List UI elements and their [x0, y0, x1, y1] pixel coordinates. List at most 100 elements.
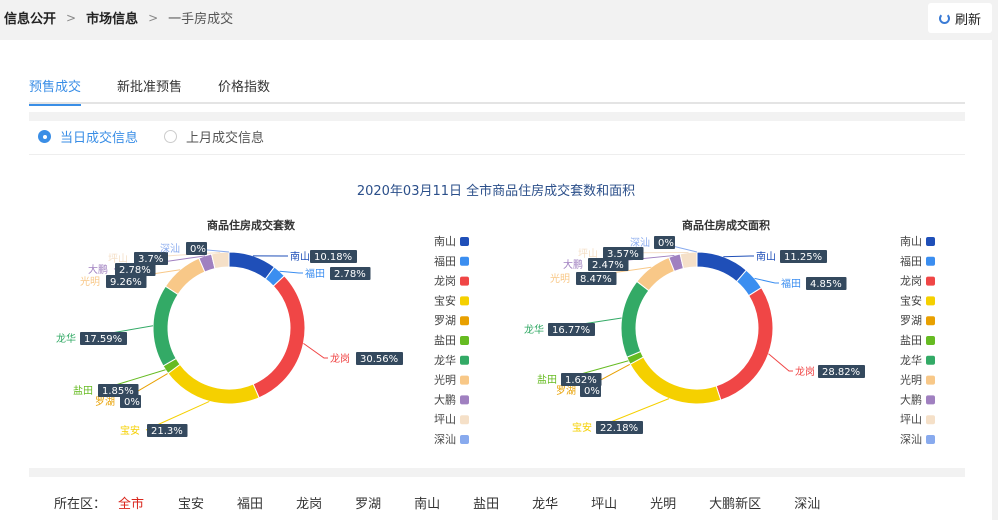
slice-name-label: 福田	[781, 277, 801, 290]
slice-value-label: 11.25%	[784, 252, 822, 263]
pie-slice[interactable]	[252, 275, 306, 399]
slice-name-label: 宝安	[572, 421, 592, 434]
legend-swatch[interactable]	[926, 237, 935, 246]
leader-line	[303, 342, 328, 359]
slice-name-label: 宝安	[120, 424, 140, 437]
refresh-label: 刷新	[954, 12, 981, 28]
legend-label: 龙华	[900, 353, 922, 367]
legend-swatch[interactable]	[460, 316, 469, 326]
legend-swatch[interactable]	[460, 435, 469, 444]
legend-swatch[interactable]	[460, 415, 469, 425]
district-option[interactable]: 龙岗	[296, 493, 322, 512]
legend-swatch[interactable]	[460, 276, 469, 286]
slice-value-label: 9.26%	[110, 277, 142, 288]
district-option[interactable]: 南山	[414, 493, 440, 512]
slice-value-label: 4.85%	[810, 279, 842, 290]
slice-value-label: 17.59%	[84, 334, 122, 345]
legend-label: 龙岗	[434, 275, 456, 288]
breadcrumb-info-public[interactable]: 信息公开	[4, 8, 56, 27]
legend-swatch[interactable]	[926, 435, 935, 444]
district-option[interactable]: 光明	[650, 493, 676, 512]
pie-slice[interactable]	[715, 286, 774, 401]
slice-value-label: 1.62%	[565, 375, 597, 386]
legend-label: 宝安	[434, 293, 456, 307]
slice-value-label: 0%	[658, 238, 674, 249]
legend-swatch[interactable]	[460, 237, 469, 246]
chevron-right-icon: >	[66, 10, 77, 25]
breadcrumb-current: 一手房成交	[168, 12, 234, 27]
slice-value-label: 0%	[584, 386, 600, 397]
legend-swatch[interactable]	[460, 395, 469, 405]
pie-slice[interactable]	[629, 356, 722, 405]
district-option[interactable]: 全市	[118, 493, 144, 512]
legend-swatch[interactable]	[460, 256, 469, 266]
refresh-button[interactable]: 刷新	[928, 3, 992, 33]
top-bar: 信息公开 > 市场信息 > 一手房成交 刷新	[0, 0, 998, 34]
slice-name-label: 龙岗	[795, 365, 815, 378]
legend-swatch[interactable]	[926, 276, 935, 286]
pie-slice[interactable]	[636, 256, 676, 292]
pie-charts: 商品住房成交套数南山 10.18% 福田 2.78% 龙岗 30.56% 宝安 21.3% 罗湖…	[56, 218, 935, 446]
legend-swatch[interactable]	[926, 395, 935, 405]
legend-label: 宝安	[900, 293, 922, 307]
district-option[interactable]: 福田	[237, 493, 263, 512]
slice-value-label: 3.7%	[138, 254, 163, 265]
slice-value-label: 21.3%	[151, 426, 183, 437]
district-option[interactable]: 深汕	[794, 493, 820, 512]
legend-swatch[interactable]	[926, 316, 935, 326]
pie-slice[interactable]	[164, 257, 206, 296]
pie-slice[interactable]	[210, 251, 230, 270]
slice-name-label: 光明	[80, 275, 100, 288]
legend-label: 大鹏	[434, 392, 456, 406]
slice-name-label: 罗湖	[95, 396, 115, 408]
legend-label: 龙岗	[900, 275, 922, 288]
main-panel: 预售成交 新批准预售 价格指数 当日成交信息 上月成交信息 2020年03月11…	[0, 40, 992, 520]
legend-label: 罗湖	[434, 314, 456, 327]
district-option[interactable]: 坪山	[591, 493, 617, 512]
slice-value-label: 22.18%	[600, 423, 638, 434]
slice-value-label: 0%	[124, 397, 140, 408]
slice-name-label: 龙华	[524, 323, 544, 336]
legend-label: 盐田	[434, 334, 456, 347]
slice-value-label: 16.77%	[552, 325, 590, 336]
legend-label: 光明	[900, 373, 922, 387]
legend-swatch[interactable]	[460, 375, 469, 385]
slice-value-label: 28.82%	[822, 367, 860, 378]
legend-swatch[interactable]	[926, 336, 935, 345]
legend-swatch[interactable]	[926, 256, 935, 266]
pie-slice[interactable]	[167, 363, 260, 405]
legend-swatch[interactable]	[926, 296, 935, 306]
slice-name-label: 南山	[290, 250, 310, 263]
legend-swatch[interactable]	[926, 355, 935, 365]
legend-label: 南山	[434, 235, 456, 248]
district-option[interactable]: 宝安	[178, 493, 204, 512]
chevron-right-icon: >	[148, 10, 159, 25]
slice-value-label: 8.47%	[580, 274, 612, 285]
legend-swatch[interactable]	[926, 375, 935, 385]
breadcrumb-market-info[interactable]: 市场信息	[86, 8, 138, 27]
legend-swatch[interactable]	[460, 355, 469, 365]
pie-slice[interactable]	[152, 285, 179, 367]
slice-name-label: 光明	[550, 272, 570, 285]
slice-value-label: 2.47%	[592, 260, 624, 271]
district-option[interactable]: 龙华	[532, 493, 558, 512]
legend-swatch[interactable]	[460, 336, 469, 345]
district-filter: 所在区： 全市 宝安 福田 龙岗 罗湖 南山 盐田 龙华 坪山 光明 大鹏新区 深汕	[54, 493, 820, 512]
leader-line	[768, 353, 793, 372]
legend-swatch[interactable]	[926, 415, 935, 425]
slice-value-label: 0%	[190, 244, 206, 255]
legend-label: 深汕	[434, 433, 456, 446]
refresh-icon	[938, 12, 950, 24]
slice-name-label: 福田	[305, 267, 325, 280]
district-option[interactable]: 大鹏新区	[709, 493, 761, 512]
breadcrumb: 信息公开 > 市场信息 > 一手房成交	[4, 8, 234, 28]
legend-label: 深汕	[900, 433, 922, 446]
district-option[interactable]: 罗湖	[355, 493, 381, 512]
pie-slice[interactable]	[679, 251, 698, 270]
slice-value-label: 3.57%	[607, 249, 639, 260]
legend-swatch[interactable]	[460, 296, 469, 306]
district-option[interactable]: 盐田	[473, 493, 499, 512]
leader-line	[723, 255, 754, 258]
pie-slice[interactable]	[620, 280, 650, 358]
chart-title: 商品住房成交面积	[682, 218, 770, 232]
